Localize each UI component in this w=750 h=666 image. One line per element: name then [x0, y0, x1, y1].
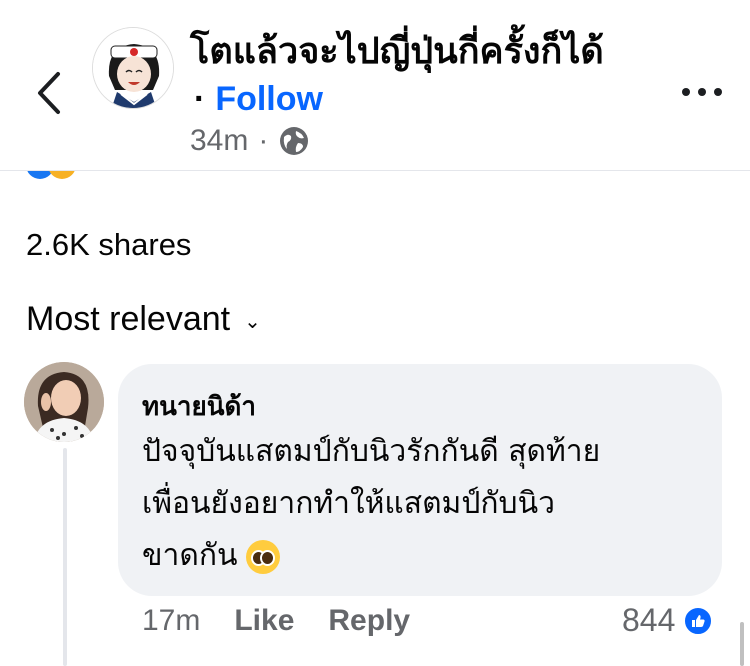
- commenter-photo: [24, 362, 104, 442]
- chevron-left-icon: [38, 72, 60, 114]
- thread-line: [63, 448, 67, 666]
- post-meta: 34m ·: [190, 124, 310, 158]
- post-time[interactable]: 34m: [190, 124, 248, 158]
- care-reaction-icon: [48, 170, 76, 179]
- comment-time[interactable]: 17m: [142, 604, 200, 638]
- page-avatar-illustration: [93, 28, 173, 108]
- post-header: โตแล้วจะไปญี่ปุ่นกี่ครั้งก็ได้ · Follow 3…: [0, 0, 750, 170]
- comment-line: เพื่อนยังอยากทำให้แสตมป์กับนิว: [142, 486, 555, 521]
- comment-like-count[interactable]: 844: [622, 602, 714, 639]
- reactions-row-clipped: [0, 170, 750, 184]
- back-button[interactable]: [30, 68, 70, 118]
- follow-button[interactable]: Follow: [215, 80, 323, 118]
- reactions-summary-cut: [92, 170, 100, 182]
- commenter-avatar[interactable]: [24, 362, 104, 442]
- thumbs-up-icon: [683, 605, 714, 636]
- comment-text: ปัจจุบันแสตมป์กับนิวรักกันดี สุดท้าย เพื…: [142, 426, 712, 582]
- like-count-value: 844: [622, 602, 676, 638]
- globe-icon: [280, 127, 309, 155]
- more-dot: [714, 88, 722, 96]
- scrollbar[interactable]: [740, 622, 744, 666]
- shares-count[interactable]: 2.6K shares: [26, 227, 191, 263]
- follow-separator: ·: [194, 80, 206, 118]
- chevron-down-icon: ⌄: [244, 311, 261, 333]
- header-divider: [0, 170, 750, 171]
- meta-separator: ·: [258, 124, 269, 157]
- comment-line: ปัจจุบันแสตมป์กับนิวรักกันดี สุดท้าย: [142, 434, 601, 469]
- page-avatar[interactable]: [92, 27, 174, 109]
- comment-line-text: ขาดกัน: [142, 538, 238, 573]
- more-dot: [698, 88, 706, 96]
- comment-reply-button[interactable]: Reply: [328, 604, 410, 638]
- comment-actions: 17m Like Reply: [142, 604, 410, 638]
- pleading-face-emoji: [245, 539, 280, 574]
- follow-row: · Follow: [194, 80, 323, 119]
- sort-selector[interactable]: Most relevant ⌄: [26, 300, 261, 339]
- page-name[interactable]: โตแล้วจะไปญี่ปุ่นกี่ครั้งก็ได้: [190, 22, 604, 79]
- comment-like-button[interactable]: Like: [234, 604, 294, 638]
- comment-line-last: ขาดกัน: [142, 530, 712, 582]
- more-options-button[interactable]: [682, 82, 722, 102]
- sort-label: Most relevant: [26, 300, 231, 338]
- more-dot: [682, 88, 690, 96]
- comment-author[interactable]: ทนายนิด้า: [142, 386, 256, 427]
